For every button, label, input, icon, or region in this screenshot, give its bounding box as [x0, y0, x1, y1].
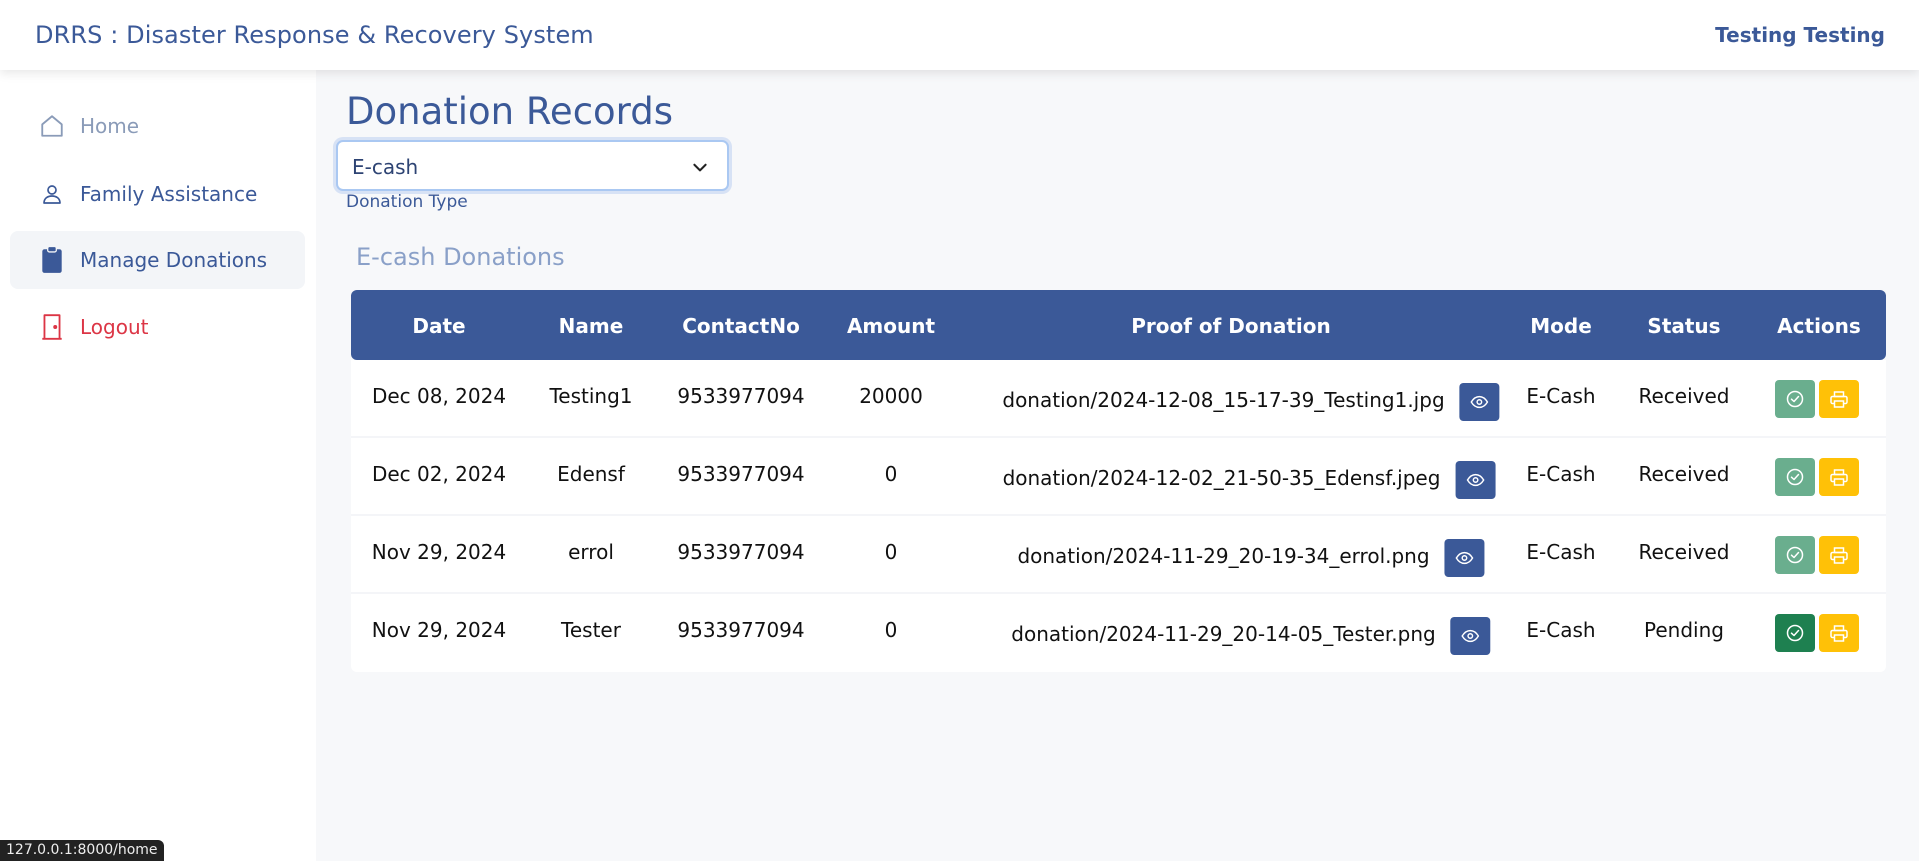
printer-icon: [1830, 468, 1848, 486]
column-header-name: Name: [558, 314, 624, 338]
row-actions: [1775, 614, 1859, 652]
cell-status: Received: [1638, 384, 1730, 408]
cell-proof: donation/2024-12-08_15-17-39_Testing1.jp…: [1002, 379, 1500, 421]
proof-filename: donation/2024-12-02_21-50-35_Edensf.jpeg: [1002, 466, 1441, 490]
sidebar-item-label: Home: [80, 114, 140, 138]
eye-icon: [1461, 629, 1480, 643]
cell-name: Testing1: [549, 384, 633, 408]
view-proof-button[interactable]: [1455, 461, 1496, 499]
sidebar-item-label: Family Assistance: [80, 182, 258, 206]
sidebar-item-logout[interactable]: Logout: [10, 298, 305, 356]
proof-filename: donation/2024-11-29_20-19-34_errol.png: [1017, 544, 1430, 568]
view-proof-button[interactable]: [1450, 617, 1491, 655]
check-circle-icon: [1786, 390, 1804, 408]
cell-date: Dec 02, 2024: [371, 462, 507, 486]
column-header-proof: Proof of Donation: [1131, 314, 1331, 338]
view-proof-button[interactable]: [1459, 383, 1500, 421]
sidebar-item-label: Logout: [80, 315, 149, 339]
table-row: Dec 08, 2024 Testing1 9533977094 20000 d…: [351, 360, 1886, 438]
table-body: Dec 08, 2024 Testing1 9533977094 20000 d…: [351, 360, 1886, 672]
column-header-date: Date: [412, 314, 466, 338]
cell-status: Pending: [1644, 618, 1724, 642]
user-name[interactable]: Testing Testing: [1715, 23, 1885, 47]
check-circle-icon: [1786, 624, 1804, 642]
donation-type-value: E-cash: [352, 155, 419, 179]
cell-amount: 0: [884, 618, 898, 642]
eye-icon: [1455, 551, 1474, 565]
cell-contact: 9533977094: [677, 618, 805, 642]
cell-amount: 0: [884, 462, 898, 486]
cell-date: Dec 08, 2024: [371, 384, 507, 408]
confirm-button[interactable]: [1775, 614, 1815, 652]
cell-proof: donation/2024-11-29_20-19-34_errol.png: [1017, 535, 1485, 577]
sidebar-item-home[interactable]: Home: [10, 97, 305, 155]
check-circle-icon: [1786, 546, 1804, 564]
cell-contact: 9533977094: [677, 384, 805, 408]
table-row: Dec 02, 2024 Edensf 9533977094 0 donatio…: [351, 438, 1886, 516]
sidebar: Home Family Assistance Manage Donations …: [0, 70, 316, 861]
printer-icon: [1830, 624, 1848, 642]
printer-icon: [1830, 546, 1848, 564]
row-actions: [1775, 380, 1859, 418]
print-button[interactable]: [1819, 380, 1859, 418]
cell-amount: 20000: [859, 384, 923, 408]
page-title: Donation Records: [346, 90, 674, 133]
row-actions: [1775, 458, 1859, 496]
proof-filename: donation/2024-12-08_15-17-39_Testing1.jp…: [1002, 388, 1445, 412]
cell-date: Nov 29, 2024: [371, 618, 507, 642]
printer-icon: [1830, 390, 1848, 408]
cell-proof: donation/2024-11-29_20-14-05_Tester.png: [1011, 613, 1491, 655]
cell-proof: donation/2024-12-02_21-50-35_Edensf.jpeg: [1003, 457, 1496, 499]
eye-icon: [1470, 395, 1489, 409]
cell-mode: E-Cash: [1526, 384, 1596, 408]
table-row: Nov 29, 2024 errol 9533977094 0 donation…: [351, 516, 1886, 594]
table-header: Date Name ContactNo Amount Proof of Dona…: [351, 290, 1886, 360]
column-header-status: Status: [1647, 314, 1721, 338]
cell-name: Tester: [561, 618, 621, 642]
print-button[interactable]: [1819, 458, 1859, 496]
cell-contact: 9533977094: [677, 540, 805, 564]
column-header-actions: Actions: [1777, 314, 1861, 338]
sidebar-item-label: Manage Donations: [80, 248, 268, 272]
column-header-amount: Amount: [846, 314, 936, 338]
chevron-down-icon: [691, 158, 709, 176]
cell-name: errol: [568, 540, 614, 564]
status-url: 127.0.0.1:8000/home: [0, 840, 164, 861]
proof-filename: donation/2024-11-29_20-14-05_Tester.png: [1011, 622, 1436, 646]
cell-mode: E-Cash: [1526, 618, 1596, 642]
main-content: Donation Records E-cash Donation Type E-…: [316, 70, 1919, 861]
column-header-mode: Mode: [1530, 314, 1592, 338]
sidebar-item-manage-donations[interactable]: Manage Donations: [10, 231, 305, 289]
eye-icon: [1466, 473, 1485, 487]
person-icon: [39, 180, 65, 208]
print-button[interactable]: [1819, 536, 1859, 574]
cell-contact: 9533977094: [677, 462, 805, 486]
cell-status: Received: [1638, 462, 1730, 486]
home-icon: [39, 112, 65, 140]
app-title[interactable]: DRRS : Disaster Response & Recovery Syst…: [35, 21, 594, 49]
print-button[interactable]: [1819, 614, 1859, 652]
confirm-button[interactable]: [1775, 380, 1815, 418]
cell-status: Received: [1638, 540, 1730, 564]
donation-type-label: Donation Type: [346, 192, 468, 212]
column-header-contact: ContactNo: [682, 314, 800, 338]
logout-icon: [39, 313, 65, 341]
top-navbar: DRRS : Disaster Response & Recovery Syst…: [0, 0, 1919, 70]
confirm-button[interactable]: [1775, 536, 1815, 574]
cell-name: Edensf: [557, 462, 625, 486]
confirm-button[interactable]: [1775, 458, 1815, 496]
cell-date: Nov 29, 2024: [371, 540, 507, 564]
check-circle-icon: [1786, 468, 1804, 486]
table-row: Nov 29, 2024 Tester 9533977094 0 donatio…: [351, 594, 1886, 672]
row-actions: [1775, 536, 1859, 574]
view-proof-button[interactable]: [1444, 539, 1485, 577]
donations-table: Date Name ContactNo Amount Proof of Dona…: [351, 290, 1886, 672]
section-title: E-cash Donations: [356, 243, 565, 271]
cell-mode: E-Cash: [1526, 540, 1596, 564]
cell-mode: E-Cash: [1526, 462, 1596, 486]
sidebar-item-family-assistance[interactable]: Family Assistance: [10, 165, 305, 223]
clipboard-icon: [39, 246, 65, 274]
donation-type-select[interactable]: E-cash: [336, 140, 729, 191]
cell-amount: 0: [884, 540, 898, 564]
